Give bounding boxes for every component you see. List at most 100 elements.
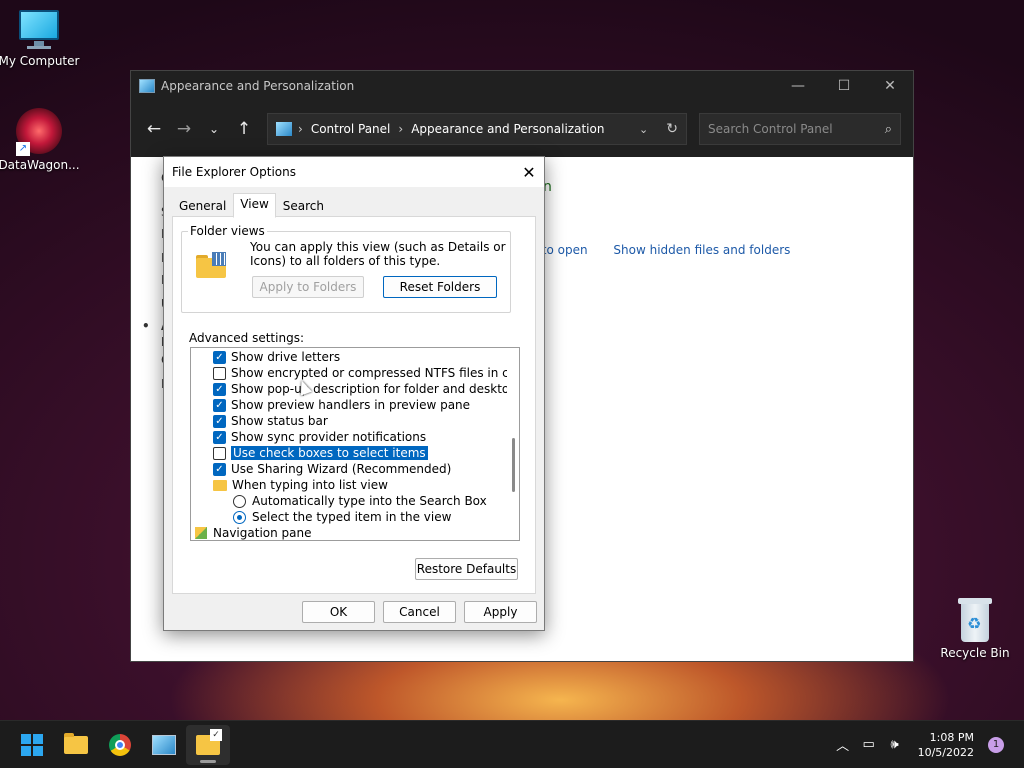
- taskbar-control-panel[interactable]: [142, 725, 186, 765]
- folder-icon: [213, 479, 227, 491]
- setting-group-row[interactable]: When typing into list view: [213, 477, 388, 493]
- close-icon[interactable]: ✕: [514, 163, 544, 182]
- clock[interactable]: 1:08 PM 10/5/2022: [918, 730, 974, 760]
- datawagon-icon: ↗: [16, 108, 62, 156]
- control-panel-icon: [139, 79, 155, 93]
- folder-views-icon: [196, 252, 228, 278]
- computer-icon: [17, 10, 61, 50]
- setting-checkbox-row[interactable]: ✓ Show drive letters: [213, 349, 340, 365]
- setting-checkbox-row[interactable]: Use check boxes to select items: [213, 445, 429, 461]
- desktop-icon-recycle-bin[interactable]: ♻ Recycle Bin: [933, 598, 1017, 660]
- checkbox-checked[interactable]: ✓: [213, 382, 226, 396]
- window-title-bar[interactable]: Appearance and Personalization — ☐ ✕: [131, 71, 913, 101]
- notification-badge[interactable]: 1: [988, 736, 1004, 753]
- apply-to-folders-button[interactable]: Apply to Folders: [252, 276, 364, 298]
- radio-selected[interactable]: [233, 510, 246, 524]
- setting-checkbox-row[interactable]: ✓ Use Sharing Wizard (Recommended): [213, 461, 451, 477]
- dialog-tabs: General View Search: [172, 193, 331, 218]
- checkbox-checked[interactable]: ✓: [213, 414, 226, 428]
- breadcrumb-chevron-icon[interactable]: ›: [298, 122, 303, 136]
- volume-icon[interactable]: 🕪: [882, 737, 908, 752]
- setting-checkbox-row[interactable]: ✓ Show sync provider notifications: [213, 429, 426, 445]
- show-hidden-files-link[interactable]: Show hidden files and folders: [613, 243, 790, 257]
- recent-locations-chevron-icon[interactable]: ⌄: [199, 122, 229, 136]
- address-dropdown-icon[interactable]: ⌄: [639, 123, 648, 136]
- start-button[interactable]: [10, 725, 54, 765]
- sidebar-bullet: •: [142, 319, 150, 333]
- setting-label: Show drive letters: [231, 350, 341, 364]
- setting-label: Automatically type into the Search Box: [252, 494, 487, 508]
- apply-button[interactable]: Apply: [464, 601, 537, 623]
- setting-checkbox-row[interactable]: ✓ Show status bar: [213, 413, 328, 429]
- back-arrow-icon[interactable]: ←: [139, 119, 169, 139]
- chevron-up-icon[interactable]: ︿: [830, 735, 856, 754]
- up-arrow-icon[interactable]: ↑: [229, 119, 259, 139]
- desktop-icon-label: Recycle Bin: [940, 646, 1010, 660]
- maximize-icon[interactable]: ☐: [821, 78, 867, 94]
- checkbox-checked[interactable]: ✓: [213, 462, 226, 476]
- window-title: Appearance and Personalization: [161, 79, 355, 93]
- system-tray: ︿ ▭ 🕪 1:08 PM 10/5/2022 1: [830, 721, 1024, 768]
- chrome-icon: [109, 733, 131, 756]
- setting-checkbox-row[interactable]: ✓ Show preview handlers in preview pane: [213, 397, 470, 413]
- desktop-icon-label: DataWagon...: [0, 158, 80, 172]
- tab-search[interactable]: Search: [276, 195, 331, 218]
- folder-views-label: Folder views: [188, 224, 267, 238]
- scrollbar-thumb[interactable]: [512, 438, 515, 492]
- setting-label: Use Sharing Wizard (Recommended): [231, 462, 452, 476]
- setting-group-row[interactable]: Navigation pane: [195, 525, 312, 540]
- desktop-icon-my-computer[interactable]: My Computer: [0, 10, 81, 68]
- windows-logo-icon: [21, 733, 43, 756]
- network-icon[interactable]: ▭: [856, 737, 882, 752]
- taskbar-file-explorer[interactable]: [54, 725, 98, 765]
- close-icon[interactable]: ✕: [867, 78, 913, 94]
- control-panel-icon: [276, 122, 292, 136]
- setting-checkbox-row[interactable]: ✓ Show pop-up description for folder and …: [213, 381, 519, 397]
- advanced-settings-label: Advanced settings:: [189, 331, 304, 345]
- breadcrumb-control-panel[interactable]: Control Panel: [311, 122, 391, 136]
- setting-label: Show pop-up description for folder and d…: [231, 382, 519, 396]
- setting-label: Use check boxes to select items: [230, 445, 429, 461]
- setting-checkbox-row[interactable]: Show encrypted or compressed NTFS files …: [213, 365, 520, 381]
- setting-label: Show preview handlers in preview pane: [231, 398, 471, 412]
- desktop-icon-label: My Computer: [0, 54, 80, 68]
- forward-arrow-icon[interactable]: →: [169, 119, 199, 139]
- setting-label: Navigation pane: [213, 526, 312, 540]
- checkbox-checked[interactable]: ✓: [213, 398, 226, 412]
- desktop-icon-datawagon[interactable]: ↗ DataWagon...: [0, 108, 81, 172]
- advanced-settings-list[interactable]: Navigation pane Select the typed item in …: [190, 347, 520, 541]
- checkbox-unchecked[interactable]: [213, 366, 226, 380]
- dialog-title: File Explorer Options: [172, 165, 296, 179]
- folder-options-icon: [196, 728, 222, 755]
- ok-button[interactable]: OK: [302, 601, 375, 623]
- dialog-title-bar[interactable]: File Explorer Options ✕: [164, 157, 544, 187]
- taskbar-folder-options[interactable]: [186, 724, 230, 765]
- restore-defaults-button[interactable]: Restore Defaults: [415, 558, 518, 580]
- checkbox-unchecked[interactable]: [213, 446, 226, 460]
- checkbox-checked[interactable]: ✓: [213, 430, 226, 444]
- reset-folders-button[interactable]: Reset Folders: [383, 276, 497, 298]
- tab-general[interactable]: General: [172, 195, 233, 218]
- address-bar[interactable]: › Control Panel › Appearance and Persona…: [267, 113, 687, 145]
- folder-icon: [64, 732, 88, 754]
- setting-radio-row[interactable]: Select the typed item in the view: [233, 509, 451, 525]
- radio-unselected[interactable]: [233, 494, 246, 508]
- tab-view[interactable]: View: [233, 193, 276, 218]
- breadcrumb-chevron-icon[interactable]: ›: [398, 122, 403, 136]
- breadcrumb-appearance[interactable]: Appearance and Personalization: [411, 122, 604, 136]
- refresh-icon[interactable]: ↻: [666, 121, 678, 137]
- search-placeholder: Search Control Panel: [708, 122, 833, 136]
- taskbar-chrome[interactable]: [98, 725, 142, 765]
- search-icon[interactable]: ⌕: [885, 122, 892, 137]
- folder-views-group: Folder views You can apply this view (su…: [181, 224, 511, 313]
- section-links: k to open Show hidden files and folders: [531, 243, 812, 257]
- setting-radio-row[interactable]: Automatically type into the Search Box: [233, 493, 487, 509]
- setting-label: Show encrypted or compressed NTFS files …: [231, 366, 520, 380]
- cancel-button[interactable]: Cancel: [383, 601, 456, 623]
- setting-label: Show status bar: [231, 414, 328, 428]
- advanced-settings-scrollbar[interactable]: [507, 348, 519, 540]
- search-box[interactable]: Search Control Panel ⌕: [699, 113, 901, 145]
- minimize-icon[interactable]: —: [775, 78, 821, 94]
- checkbox-checked[interactable]: ✓: [213, 350, 226, 364]
- control-panel-icon: [152, 734, 176, 755]
